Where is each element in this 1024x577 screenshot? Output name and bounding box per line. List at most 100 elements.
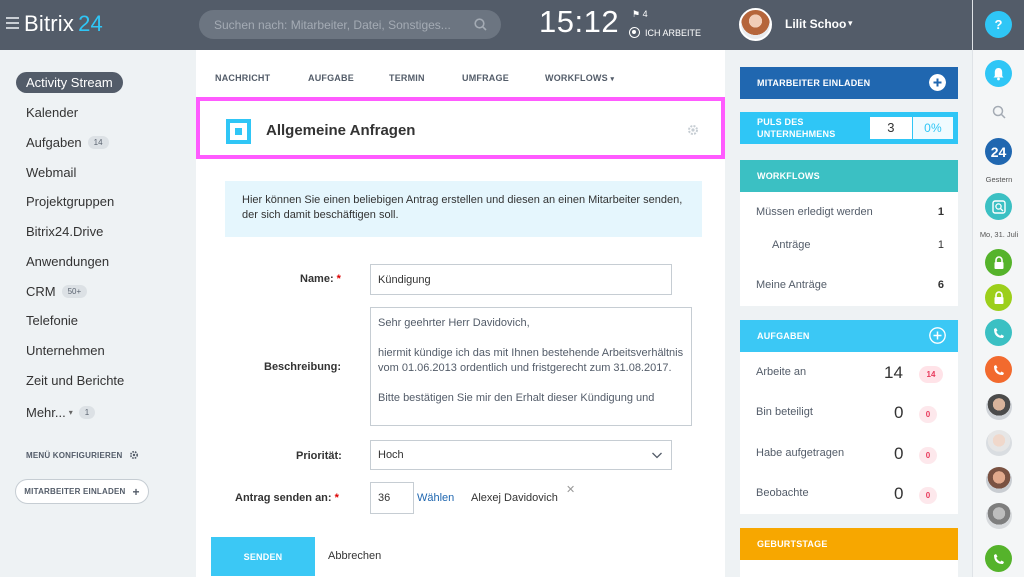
lock-icon[interactable] <box>985 249 1012 276</box>
invite-label: MITARBEITER EINLADEN <box>24 487 126 496</box>
tab-label: WORKFLOWS <box>545 73 608 83</box>
workflow-icon <box>226 119 251 144</box>
tab-aufgabe[interactable]: AUFGABE <box>308 73 354 83</box>
sidebar-item-label: Webmail <box>26 165 77 180</box>
pulse-label: PULS DES UNTERNEHMENS <box>757 117 836 139</box>
pulse-value: 3 <box>870 117 912 139</box>
menu-icon[interactable] <box>6 17 19 29</box>
right-toolbar: ? 24 Gestern Mo, 31. Juli <box>972 0 1024 577</box>
sidebar-item-drive[interactable]: Bitrix24.Drive <box>26 224 103 239</box>
search-chat-icon[interactable] <box>985 193 1012 220</box>
phone-icon[interactable] <box>985 545 1012 572</box>
count-badge: 1 <box>78 406 96 419</box>
chevron-down-icon <box>652 452 662 459</box>
sidebar-item-unternehmen[interactable]: Unternehmen <box>26 343 105 358</box>
cancel-button[interactable]: Abbrechen <box>328 550 381 562</box>
phone-icon[interactable] <box>985 356 1012 383</box>
birthdays-card <box>740 560 958 577</box>
form-title: Allgemeine Anfragen <box>266 122 416 139</box>
tab-umfrage[interactable]: UMFRAGE <box>462 73 509 83</box>
sidebar-item-label: Zeit und Berichte <box>26 373 125 388</box>
recipient-label: Antrag senden an: * <box>235 492 339 504</box>
add-icon <box>929 74 946 91</box>
gear-icon <box>129 450 138 460</box>
date-label-gestern: Gestern <box>985 175 1013 184</box>
sidebar-item-mehr[interactable]: Mehr... ▾ 1 <box>26 405 96 420</box>
tab-workflows[interactable]: WORKFLOWS ▾ <box>545 73 614 83</box>
flag-counter[interactable]: ⚑ 4 <box>632 9 648 20</box>
sidebar-item-activity-stream[interactable]: Activity Stream <box>16 72 123 93</box>
tasks-card: Arbeite an 14 14 Bin beteiligt 0 0 Habe aufg… <box>740 352 958 514</box>
invite-employees-button[interactable]: MITARBEITER EINLADEN + <box>15 479 149 504</box>
chevron-down-icon: ▾ <box>610 76 615 83</box>
sidebar-item-kalender[interactable]: Kalender <box>26 105 78 120</box>
help-icon[interactable]: ? <box>985 11 1012 38</box>
search-input[interactable] <box>214 10 464 39</box>
add-icon[interactable] <box>929 327 946 344</box>
company-pulse[interactable]: PULS DES UNTERNEHMENS 3 0% <box>740 112 958 144</box>
contact-avatar[interactable] <box>986 430 1012 456</box>
search-box <box>199 10 501 39</box>
date-label-day: Mo, 31. Juli <box>979 230 1019 239</box>
chevron-down-icon[interactable]: ▾ <box>848 18 853 29</box>
description-textarea[interactable]: Sehr geehrter Herr Davidovich, hiermit k… <box>370 307 692 426</box>
sidebar-item-label: Mehr... <box>26 405 66 420</box>
tab-nachricht[interactable]: NACHRICHT <box>215 73 270 83</box>
workflows-card: Müssen erledigt werden 1 Anträge 1 Meine A… <box>740 192 958 306</box>
invite-label: MITARBEITER EINLADEN <box>757 78 871 88</box>
search-icon[interactable] <box>474 18 487 31</box>
sidebar-item-label: CRM <box>26 284 56 299</box>
name-field[interactable] <box>370 264 672 295</box>
right-column: MITARBEITER EINLADEN PULS DES UNTERNEHMEN… <box>740 50 958 577</box>
sidebar-item-label: Activity Stream <box>26 75 113 90</box>
user-name[interactable]: Lilit Schoo <box>785 17 846 31</box>
sidebar: Activity Stream Kalender Aufgaben 14 Webm… <box>0 50 196 577</box>
contact-avatar[interactable] <box>986 467 1012 493</box>
user-avatar[interactable] <box>739 8 772 41</box>
contact-avatar[interactable] <box>986 394 1012 420</box>
logo[interactable]: Bitrix 24 <box>24 11 103 37</box>
gear-icon[interactable] <box>687 124 699 136</box>
choose-recipient-link[interactable]: Wählen <box>417 492 454 504</box>
clock[interactable]: 15:12 <box>539 4 619 40</box>
sidebar-item-anwendungen[interactable]: Anwendungen <box>26 254 109 269</box>
phone-icon[interactable] <box>985 319 1012 346</box>
form-header: Allgemeine Anfragen <box>196 97 725 159</box>
search-icon[interactable] <box>992 105 1006 124</box>
sidebar-item-label: Bitrix24.Drive <box>26 224 104 239</box>
recipient-id-field[interactable]: 36 <box>370 482 414 514</box>
sidebar-item-projektgruppen[interactable]: Projektgruppen <box>26 194 114 209</box>
sidebar-item-label: Unternehmen <box>26 343 105 358</box>
flag-icon: ⚑ <box>632 9 641 19</box>
priority-label: Priorität: <box>296 450 342 462</box>
bell-icon[interactable] <box>985 60 1012 87</box>
description-label: Beschreibung: <box>264 361 342 373</box>
post-type-tabs: NACHRICHT AUFGABE TERMIN UMFRAGE WORKFLO… <box>196 50 725 95</box>
count-badge: 50+ <box>61 285 88 298</box>
sidebar-item-telefonie[interactable]: Telefonie <box>26 313 78 328</box>
sidebar-item-label: Kalender <box>26 105 79 120</box>
invite-employees-card[interactable]: MITARBEITER EINLADEN <box>740 67 958 99</box>
close-icon[interactable]: ✕ <box>566 483 575 496</box>
sidebar-item-webmail[interactable]: Webmail <box>26 165 76 180</box>
priority-select[interactable]: Hoch <box>370 440 672 470</box>
main-panel: NACHRICHT AUFGABE TERMIN UMFRAGE WORKFLO… <box>196 50 725 577</box>
lock-icon[interactable] <box>985 284 1012 311</box>
recipient-name: Alexej Davidovich <box>471 492 558 504</box>
count-badge: 14 <box>87 136 109 149</box>
bitrix24-chat-icon[interactable]: 24 <box>985 138 1012 165</box>
sidebar-item-crm[interactable]: CRM 50+ <box>26 284 88 299</box>
sidebar-item-label: Telefonie <box>26 313 79 328</box>
menu-configure-link[interactable]: MENÜ KONFIGURIEREN <box>26 450 139 460</box>
priority-value: Hoch <box>378 449 404 461</box>
work-status[interactable]: ICH ARBEITE <box>629 27 701 38</box>
birthdays-header[interactable]: GEBURTSTAGE <box>740 528 958 560</box>
contact-avatar[interactable] <box>986 503 1012 529</box>
tab-termin[interactable]: TERMIN <box>389 73 425 83</box>
tasks-title: AUFGABEN <box>757 331 810 341</box>
send-button[interactable]: SENDEN <box>211 537 315 576</box>
workflows-header[interactable]: WORKFLOWS <box>740 160 958 192</box>
sidebar-item-aufgaben[interactable]: Aufgaben 14 <box>26 135 109 150</box>
sidebar-item-zeit-berichte[interactable]: Zeit und Berichte <box>26 373 124 388</box>
tasks-header[interactable]: AUFGABEN <box>740 320 958 352</box>
